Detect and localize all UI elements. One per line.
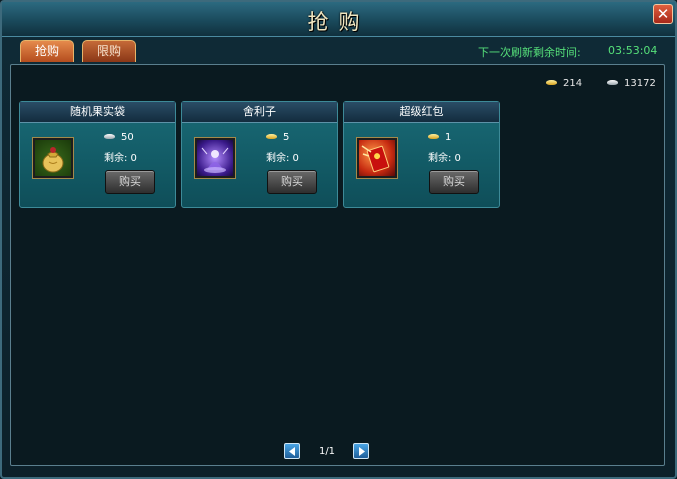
buy-button[interactable]: 购买 (105, 170, 155, 194)
silver-amount: 13172 (624, 78, 656, 89)
refresh-timer-value: 03:53:04 (608, 44, 658, 57)
silver-ingot-icon (607, 79, 618, 85)
sarira-icon[interactable] (195, 138, 235, 178)
silver-ingot-icon (104, 133, 115, 139)
item-remaining: 剩余: 0 (428, 153, 461, 164)
gold-ingot-icon (266, 133, 277, 139)
gold-ingot-icon (428, 133, 439, 139)
close-button[interactable]: ✕ (653, 4, 673, 24)
item-card-red-envelope: 超级红包 1 剩余: 0 购买 (343, 101, 500, 208)
arrow-right-icon (359, 447, 365, 456)
item-card-fruit-bag: 随机果实袋 50 剩余: 0 购买 (19, 101, 176, 208)
prev-page-button[interactable] (284, 443, 300, 459)
fruit-bag-icon[interactable] (33, 138, 73, 178)
item-card-sarira: 舍利子 5 剩余: 0 购买 (181, 101, 338, 208)
item-remaining: 剩余: 0 (104, 153, 137, 164)
item-price: 1 (428, 132, 451, 143)
tab-flash-sale[interactable]: 抢购 (20, 40, 74, 62)
title-bar: 抢购 ✕ (2, 2, 675, 37)
gold-ingot-icon (546, 79, 557, 85)
next-page-button[interactable] (353, 443, 369, 459)
arrow-left-icon (289, 447, 295, 456)
page-indicator: 1/1 (318, 446, 336, 457)
refresh-timer-label: 下一次刷新剩余时间: (478, 46, 581, 59)
price-value: 1 (445, 132, 452, 143)
tab-limited[interactable]: 限购 (82, 40, 136, 62)
item-name: 舍利子 (182, 102, 337, 123)
red-envelope-icon[interactable] (357, 138, 397, 178)
price-value: 50 (121, 132, 134, 143)
item-name: 超级红包 (344, 102, 499, 123)
item-price: 50 (104, 132, 134, 143)
price-value: 5 (283, 132, 290, 143)
item-remaining: 剩余: 0 (266, 153, 299, 164)
gold-balance: 214 (546, 78, 582, 89)
buy-button[interactable]: 购买 (429, 170, 479, 194)
item-name: 随机果实袋 (20, 102, 175, 123)
silver-balance: 13172 (607, 78, 656, 89)
window-title: 抢购 (307, 10, 370, 34)
buy-button[interactable]: 购买 (267, 170, 317, 194)
item-price: 5 (266, 132, 289, 143)
gold-amount: 214 (563, 78, 583, 89)
